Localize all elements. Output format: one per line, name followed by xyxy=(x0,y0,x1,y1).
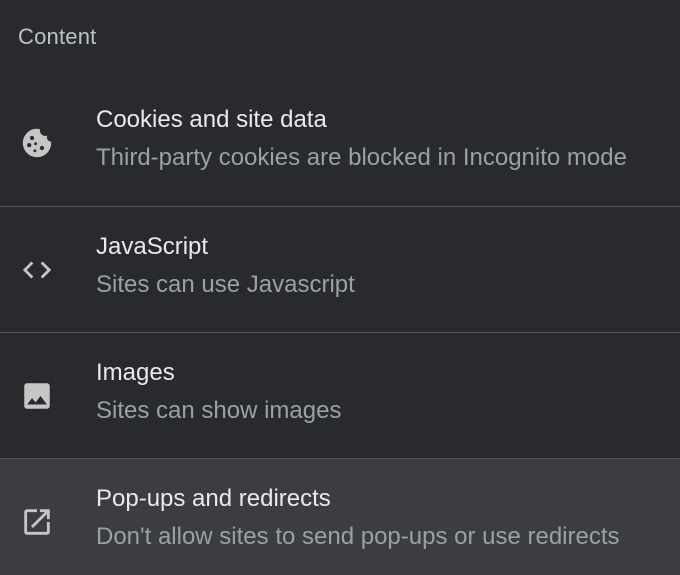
row-subtitle: Sites can show images xyxy=(96,397,342,424)
section-title: Content xyxy=(18,24,97,49)
row-subtitle: Sites can use Javascript xyxy=(96,271,355,298)
row-title: Cookies and site data xyxy=(96,106,327,133)
row-title: JavaScript xyxy=(96,233,209,260)
row-subtitle: Third-party cookies are blocked in Incog… xyxy=(96,144,627,171)
cookie-icon xyxy=(18,124,56,162)
settings-row-cookies[interactable]: Cookies and site data Third-party cookie… xyxy=(0,80,680,206)
row-subtitle: Don't allow sites to send pop-ups or use… xyxy=(96,523,620,550)
code-icon xyxy=(18,251,56,289)
row-title: Pop-ups and redirects xyxy=(96,485,331,512)
open-in-new-icon xyxy=(18,503,56,541)
settings-row-popups[interactable]: Pop-ups and redirects Don't allow sites … xyxy=(0,458,680,575)
settings-row-images[interactable]: Images Sites can show images xyxy=(0,332,680,458)
content-settings-page: Content Cookies and site data Third-part… xyxy=(0,0,680,575)
settings-row-javascript[interactable]: JavaScript Sites can use Javascript xyxy=(0,206,680,332)
row-title: Images xyxy=(96,359,175,386)
image-icon xyxy=(18,377,56,415)
